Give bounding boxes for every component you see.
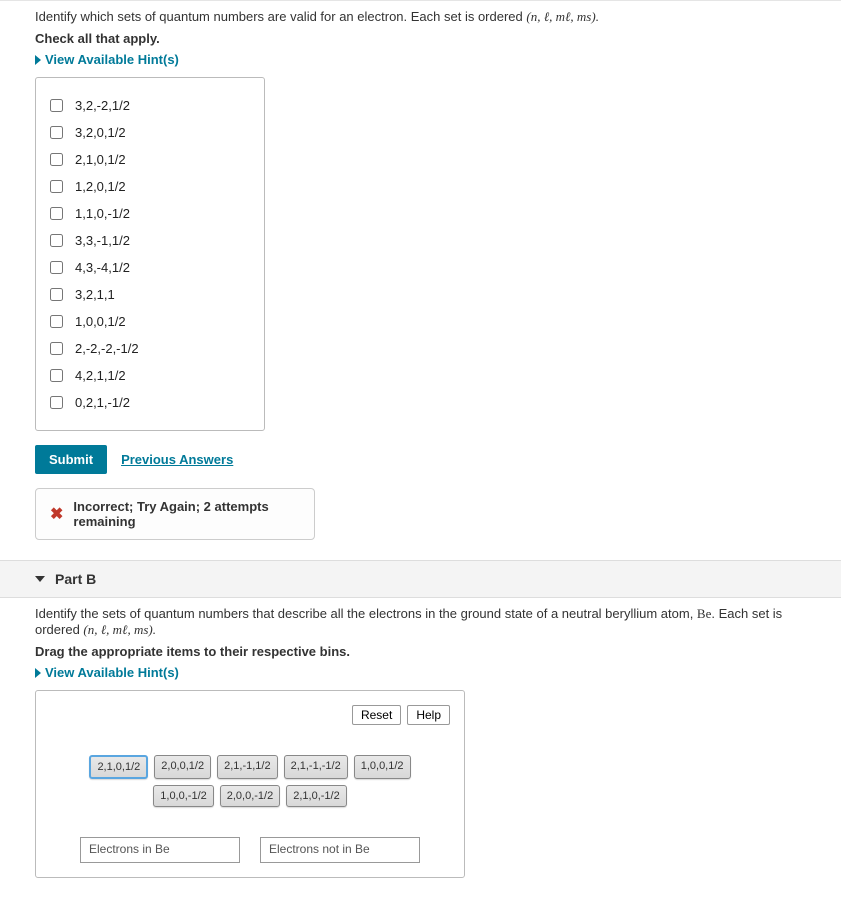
- drag-item[interactable]: 1,0,0,-1/2: [153, 785, 213, 807]
- hints-toggle-a[interactable]: View Available Hint(s): [35, 52, 806, 67]
- bin-electrons-not-in-be[interactable]: Electrons not in Be: [260, 837, 420, 863]
- option-checkbox[interactable]: [50, 180, 63, 193]
- feedback-text: Incorrect; Try Again; 2 attempts remaini…: [73, 499, 300, 529]
- option-row[interactable]: 1,0,0,1/2: [50, 310, 250, 333]
- option-label: 3,2,0,1/2: [75, 125, 126, 140]
- option-row[interactable]: 3,2,1,1: [50, 283, 250, 306]
- option-label: 1,2,0,1/2: [75, 179, 126, 194]
- drag-drop-panel: Reset Help 2,1,0,1/2 2,0,0,1/2 2,1,-1,1/…: [35, 690, 465, 878]
- triangle-right-icon: [35, 55, 41, 65]
- option-row[interactable]: 3,2,0,1/2: [50, 121, 250, 144]
- option-row[interactable]: 2,-2,-2,-1/2: [50, 337, 250, 360]
- option-label: 3,3,-1,1/2: [75, 233, 130, 248]
- check-all-label: Check all that apply.: [35, 31, 806, 46]
- triangle-right-icon: [35, 668, 41, 678]
- option-row[interactable]: 4,2,1,1/2: [50, 364, 250, 387]
- option-row[interactable]: 1,2,0,1/2: [50, 175, 250, 198]
- option-row[interactable]: 3,2,-2,1/2: [50, 94, 250, 117]
- option-checkbox[interactable]: [50, 396, 63, 409]
- option-checkbox[interactable]: [50, 234, 63, 247]
- previous-answers-link[interactable]: Previous Answers: [121, 452, 233, 467]
- option-label: 2,-2,-2,-1/2: [75, 341, 139, 356]
- option-row[interactable]: 1,1,0,-1/2: [50, 202, 250, 225]
- option-label: 3,2,1,1: [75, 287, 115, 302]
- hints-toggle-b[interactable]: View Available Hint(s): [35, 665, 806, 680]
- option-row[interactable]: 0,2,1,-1/2: [50, 391, 250, 414]
- option-row[interactable]: 4,3,-4,1/2: [50, 256, 250, 279]
- option-checkbox[interactable]: [50, 99, 63, 112]
- drag-item[interactable]: 2,1,-1,1/2: [217, 755, 277, 779]
- option-label: 4,3,-4,1/2: [75, 260, 130, 275]
- x-icon: ✖: [50, 504, 63, 524]
- option-row[interactable]: 3,3,-1,1/2: [50, 229, 250, 252]
- option-checkbox[interactable]: [50, 369, 63, 382]
- option-checkbox[interactable]: [50, 153, 63, 166]
- parta-prompt: Identify which sets of quantum numbers a…: [35, 9, 806, 25]
- bin-electrons-in-be[interactable]: Electrons in Be: [80, 837, 240, 863]
- drag-instruction: Drag the appropriate items to their resp…: [35, 644, 806, 659]
- option-label: 4,2,1,1/2: [75, 368, 126, 383]
- reset-button[interactable]: Reset: [352, 705, 401, 725]
- option-row[interactable]: 2,1,0,1/2: [50, 148, 250, 171]
- option-checkbox[interactable]: [50, 315, 63, 328]
- drag-item[interactable]: 2,1,0,-1/2: [286, 785, 346, 807]
- option-checkbox[interactable]: [50, 288, 63, 301]
- option-label: 3,2,-2,1/2: [75, 98, 130, 113]
- option-label: 1,0,0,1/2: [75, 314, 126, 329]
- option-checkbox[interactable]: [50, 261, 63, 274]
- partb-header[interactable]: Part B: [0, 560, 841, 598]
- drag-item[interactable]: 2,1,0,1/2: [89, 755, 148, 779]
- option-checkbox[interactable]: [50, 207, 63, 220]
- option-checkbox[interactable]: [50, 342, 63, 355]
- option-label: 0,2,1,-1/2: [75, 395, 130, 410]
- drag-item[interactable]: 2,1,-1,-1/2: [284, 755, 348, 779]
- partb-prompt: Identify the sets of quantum numbers tha…: [35, 606, 806, 638]
- option-checkbox[interactable]: [50, 126, 63, 139]
- drag-items-area: 2,1,0,1/2 2,0,0,1/2 2,1,-1,1/2 2,1,-1,-1…: [50, 755, 450, 837]
- drag-item[interactable]: 1,0,0,1/2: [354, 755, 411, 779]
- triangle-down-icon: [35, 576, 45, 582]
- submit-button[interactable]: Submit: [35, 445, 107, 474]
- options-panel: 3,2,-2,1/2 3,2,0,1/2 2,1,0,1/2 1,2,0,1/2…: [35, 77, 265, 431]
- option-label: 2,1,0,1/2: [75, 152, 126, 167]
- drag-item[interactable]: 2,0,0,-1/2: [220, 785, 280, 807]
- help-button[interactable]: Help: [407, 705, 450, 725]
- feedback-box: ✖ Incorrect; Try Again; 2 attempts remai…: [35, 488, 315, 540]
- option-label: 1,1,0,-1/2: [75, 206, 130, 221]
- drag-item[interactable]: 2,0,0,1/2: [154, 755, 211, 779]
